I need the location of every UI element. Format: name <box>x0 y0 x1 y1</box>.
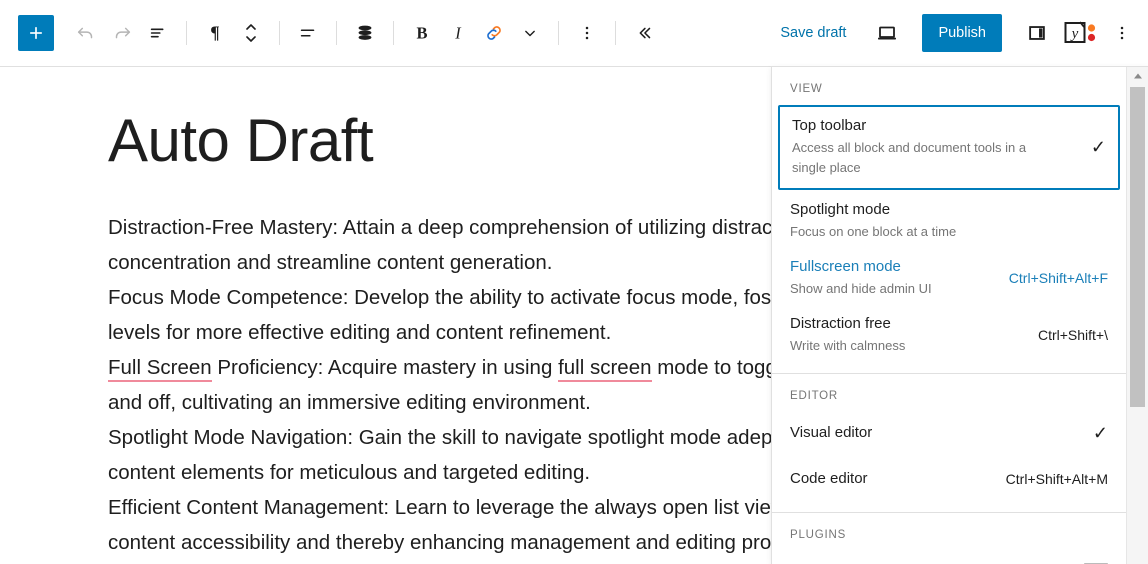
bold-button[interactable]: B <box>404 15 440 51</box>
collapse-toolbar-button[interactable] <box>626 15 662 51</box>
yoast-seo-icon[interactable]: y <box>1058 15 1104 51</box>
svg-text:¶: ¶ <box>210 23 219 43</box>
group-label-view: VIEW <box>772 67 1126 103</box>
save-draft-button[interactable]: Save draft <box>770 19 856 47</box>
italic-button[interactable]: I <box>440 15 476 51</box>
spellcheck-term[interactable]: full screen <box>558 356 651 382</box>
toolbar-divider-2 <box>279 21 280 45</box>
publish-button[interactable]: Publish <box>922 14 1002 52</box>
move-block-button[interactable] <box>233 15 269 51</box>
panel-scrollbar[interactable] <box>1126 67 1148 564</box>
menu-item-title: Fullscreen mode <box>790 256 999 278</box>
paragraph-line-part[interactable]: Proficiency: Acquire mastery in using <box>212 356 558 379</box>
toolbar-divider-6 <box>615 21 616 45</box>
paragraph-line[interactable]: content elements for meticulous and targ… <box>108 461 590 484</box>
paragraph-line[interactable]: and off, cultivating an immersive editin… <box>108 391 591 414</box>
toolbar-divider-1 <box>186 21 187 45</box>
menu-item-title: Code editor <box>790 468 996 490</box>
menu-item-visual-editor[interactable]: Visual editor ✓ <box>772 410 1126 456</box>
menu-item-shortcut: Ctrl+Shift+Alt+M <box>1006 471 1108 487</box>
undo-button[interactable] <box>68 15 104 51</box>
menu-item-title: Top toolbar <box>792 115 1072 137</box>
toolbar-left-group: ¶ <box>0 0 662 66</box>
checkmark-icon: ✓ <box>1091 138 1106 156</box>
toolbar-right-group: Save draft Publish y <box>770 0 1148 66</box>
menu-group-view: VIEW Top toolbar Access all block and do… <box>772 67 1126 374</box>
link-icon-button[interactable] <box>476 15 512 51</box>
add-block-button[interactable] <box>18 15 54 51</box>
options-menu: VIEW Top toolbar Access all block and do… <box>772 67 1126 564</box>
menu-item-description: Write with calmness <box>790 336 1028 356</box>
menu-item-switch-to-classic-editor[interactable]: Switch to classic editor <box>772 549 1126 564</box>
editor-top-toolbar: ¶ <box>0 0 1148 67</box>
scrollbar-track[interactable] <box>1127 85 1148 564</box>
checkmark-icon: ✓ <box>1093 424 1108 442</box>
menu-item-fullscreen-mode[interactable]: Fullscreen mode Show and hide admin UI C… <box>772 249 1126 306</box>
scroll-up-arrow-icon[interactable] <box>1127 67 1148 85</box>
redo-button[interactable] <box>104 15 140 51</box>
toolbar-divider-3 <box>336 21 337 45</box>
toolbar-divider-5 <box>558 21 559 45</box>
svg-text:I: I <box>454 24 462 43</box>
scrollbar-thumb[interactable] <box>1130 87 1145 407</box>
menu-item-description: Access all block and document tools in a… <box>792 138 1037 178</box>
menu-item-spotlight-mode[interactable]: Spotlight mode Focus on one block at a t… <box>772 192 1126 249</box>
more-formats-chevron-button[interactable] <box>512 15 548 51</box>
paragraph-line[interactable]: content accessibility and thereby enhanc… <box>108 531 841 554</box>
menu-item-title: Spotlight mode <box>790 199 1074 221</box>
svg-text:y: y <box>1070 26 1079 42</box>
menu-item-shortcut: Ctrl+Shift+Alt+F <box>1009 270 1108 286</box>
wordpress-block-editor: ¶ <box>0 0 1148 564</box>
menu-group-plugins: PLUGINS Switch to classic editor <box>772 513 1126 564</box>
align-text-button[interactable] <box>290 15 326 51</box>
preview-button[interactable] <box>866 15 908 51</box>
group-label-editor: EDITOR <box>772 374 1126 410</box>
toolbar-divider-4 <box>393 21 394 45</box>
menu-item-description: Show and hide admin UI <box>790 279 999 299</box>
paragraph-line[interactable]: concentration and streamline content gen… <box>108 251 552 274</box>
paragraph-line[interactable]: levels for more effective editing and co… <box>108 321 611 344</box>
spellcheck-term[interactable]: Full Screen <box>108 356 212 382</box>
menu-item-distraction-free[interactable]: Distraction free Write with calmness Ctr… <box>772 306 1126 363</box>
editor-options-button[interactable] <box>1104 15 1140 51</box>
menu-group-editor: EDITOR Visual editor ✓ Code editor <box>772 374 1126 513</box>
list-view-button[interactable] <box>140 15 176 51</box>
menu-item-shortcut: Ctrl+Shift+\ <box>1038 327 1108 343</box>
sidebar-toggle-button[interactable] <box>1016 15 1058 51</box>
paragraph-block-type-button[interactable]: ¶ <box>197 15 233 51</box>
menu-item-title: Visual editor <box>790 422 1074 444</box>
database-icon-button[interactable] <box>347 15 383 51</box>
group-label-plugins: PLUGINS <box>772 513 1126 549</box>
block-options-button[interactable] <box>569 15 605 51</box>
menu-item-code-editor[interactable]: Code editor Ctrl+Shift+Alt+M <box>772 456 1126 502</box>
menu-item-description: Focus on one block at a time <box>790 222 1035 242</box>
editor-options-dropdown: VIEW Top toolbar Access all block and do… <box>771 66 1148 564</box>
menu-item-top-toolbar[interactable]: Top toolbar Access all block and documen… <box>778 105 1120 190</box>
svg-text:B: B <box>416 24 427 43</box>
menu-item-title: Distraction free <box>790 313 1028 335</box>
